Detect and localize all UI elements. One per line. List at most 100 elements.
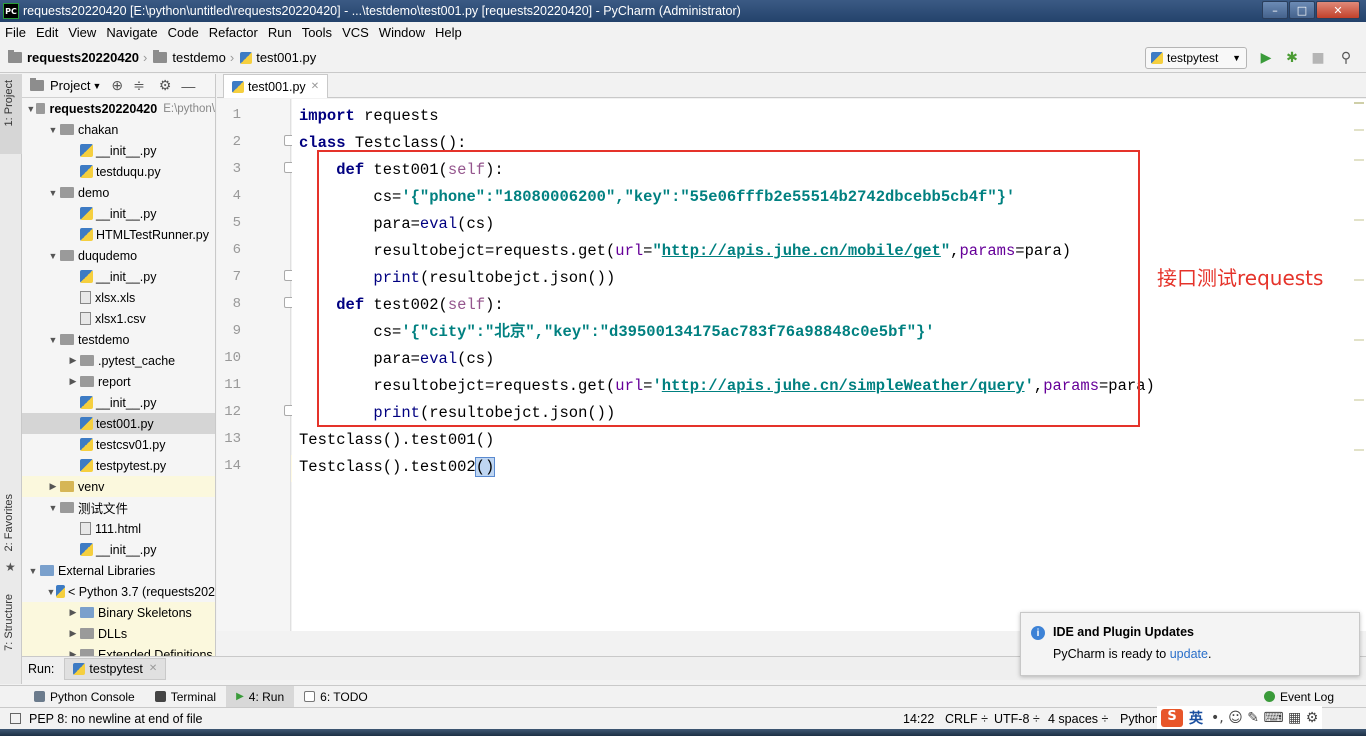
python-console-icon xyxy=(34,691,45,702)
close-tab-icon[interactable]: ✕ xyxy=(149,663,157,674)
stop-icon[interactable]: ■ xyxy=(1310,50,1326,66)
breadcrumb-folder[interactable]: testdemo xyxy=(172,50,225,65)
run-tab-testpytest[interactable]: testpytest ✕ xyxy=(64,657,167,680)
event-log-label: Event Log xyxy=(1279,689,1334,704)
project-panel-title[interactable]: Project xyxy=(50,78,90,93)
indent-setting[interactable]: 4 spaces ÷ xyxy=(1048,712,1108,726)
tree-item[interactable]: ▼ < Python 3.7 (requests202 xyxy=(22,581,215,602)
tree-item[interactable]: HTMLTestRunner.py xyxy=(22,224,215,245)
collapse-icon[interactable]: ≑ xyxy=(133,77,145,94)
search-icon[interactable]: ⚲ xyxy=(1338,50,1354,66)
tree-item[interactable]: __init__.py xyxy=(22,203,215,224)
play-icon[interactable]: ▶ xyxy=(1258,50,1274,66)
line-number: 14 xyxy=(224,458,241,474)
chevron-right-icon[interactable]: ▶ xyxy=(66,607,80,618)
menu-help[interactable]: Help xyxy=(430,25,467,40)
maximize-button[interactable]: □ xyxy=(1289,1,1315,19)
tree-item[interactable]: xlsx.xls xyxy=(22,287,215,308)
file-encoding[interactable]: UTF-8 ÷ xyxy=(994,712,1040,726)
menu-navigate[interactable]: Navigate xyxy=(101,25,162,40)
tree-item[interactable]: ▼ chakan xyxy=(22,119,215,140)
update-link[interactable]: update xyxy=(1170,647,1208,661)
tree-item[interactable]: ▼ duqudemo xyxy=(22,245,215,266)
tree-item[interactable]: ▼ testdemo xyxy=(22,329,215,350)
terminal-tab[interactable]: Terminal xyxy=(145,686,226,708)
tree-item[interactable]: testcsv01.py xyxy=(22,434,215,455)
chevron-down-icon[interactable]: ▼ xyxy=(46,188,60,198)
project-tool-tab[interactable]: 1: Project xyxy=(3,80,15,126)
breadcrumb-project[interactable]: requests20220420 xyxy=(27,50,139,65)
chevron-down-icon[interactable]: ▼ xyxy=(46,335,60,345)
hide-icon[interactable]: — xyxy=(181,78,195,94)
tree-item[interactable]: ▶ DLLs xyxy=(22,623,215,644)
bug-icon[interactable]: ✱ xyxy=(1284,50,1300,66)
menu-refactor[interactable]: Refactor xyxy=(204,25,263,40)
close-button[interactable]: ✕ xyxy=(1316,1,1360,19)
python-console-tab[interactable]: Python Console xyxy=(24,686,145,708)
menu-view[interactable]: View xyxy=(63,25,101,40)
tree-item[interactable]: ▶ Binary Skeletons xyxy=(22,602,215,623)
chevron-right-icon[interactable]: ▶ xyxy=(66,376,80,387)
event-log-tab[interactable]: Event Log xyxy=(1254,686,1344,708)
menu-tools[interactable]: Tools xyxy=(297,25,337,40)
tree-item[interactable]: ▶ .pytest_cache xyxy=(22,350,215,371)
chevron-down-icon[interactable]: ▼ xyxy=(26,104,36,114)
close-tab-icon[interactable]: ✕ xyxy=(311,81,319,92)
tree-item[interactable]: ▼ demo xyxy=(22,182,215,203)
chevron-down-icon[interactable]: ▼ xyxy=(46,125,60,135)
chevron-down-icon[interactable]: ▼ xyxy=(92,81,101,91)
chevron-down-icon[interactable]: ▼ xyxy=(46,251,60,261)
run-config-select[interactable]: testpytest ▼ xyxy=(1145,47,1247,69)
tree-item[interactable]: __init__.py xyxy=(22,140,215,161)
status-toggle-icon[interactable] xyxy=(10,713,21,724)
tab-label: test001.py xyxy=(248,79,306,94)
structure-tool-tab[interactable]: 7: Structure xyxy=(3,594,15,651)
menu-window[interactable]: Window xyxy=(374,25,430,40)
favorites-tool-tab[interactable]: 2: Favorites xyxy=(3,494,15,551)
tab-test001[interactable]: test001.py ✕ xyxy=(223,74,329,98)
run-tool-tab[interactable]: ▶ 4: Run xyxy=(226,685,295,708)
caret-position[interactable]: 14:22 xyxy=(903,712,934,726)
chevron-right-icon[interactable]: ▶ xyxy=(46,481,60,492)
chevron-down-icon[interactable]: ▼ xyxy=(46,503,60,513)
tree-item[interactable]: __init__.py xyxy=(22,266,215,287)
tree-item[interactable]: __init__.py xyxy=(22,392,215,413)
breadcrumb-file[interactable]: test001.py xyxy=(256,50,316,65)
interpreter[interactable]: Python xyxy=(1120,712,1159,726)
chevron-down-icon[interactable]: ▼ xyxy=(26,566,40,576)
scroll-mark xyxy=(1354,449,1364,451)
todo-tab[interactable]: 6: TODO xyxy=(294,686,378,708)
minimize-button[interactable]: – xyxy=(1262,1,1288,19)
file-icon xyxy=(80,312,91,325)
tree-item[interactable]: __init__.py xyxy=(22,539,215,560)
chevron-right-icon[interactable]: ▶ xyxy=(66,355,80,366)
menu-code[interactable]: Code xyxy=(163,25,204,40)
menu-vcs[interactable]: VCS xyxy=(337,25,374,40)
ime-toolbar[interactable]: S 英 •, ☺ ✎ ⌨ ▦ ⚙ xyxy=(1157,706,1323,730)
line-separator[interactable]: CRLF ÷ xyxy=(945,712,988,726)
tree-item[interactable]: xlsx1.csv xyxy=(22,308,215,329)
tree-item[interactable]: ▶ Extended Definitions xyxy=(22,644,215,656)
tree-item[interactable]: ▼ 测试文件 xyxy=(22,497,215,518)
menu-file[interactable]: File xyxy=(0,25,31,40)
editor-scrollbar[interactable] xyxy=(1352,99,1366,631)
folder-icon xyxy=(60,250,74,261)
update-notification[interactable]: i IDE and Plugin Updates PyCharm is read… xyxy=(1020,612,1360,676)
gear-icon[interactable]: ⚙ xyxy=(159,77,172,94)
tree-item-label: report xyxy=(98,374,131,389)
tree-item[interactable]: ▼ External Libraries xyxy=(22,560,215,581)
chevron-down-icon[interactable]: ▼ xyxy=(46,587,56,597)
chevron-right-icon[interactable]: ▶ xyxy=(66,628,80,639)
tree-item[interactable]: 111.html xyxy=(22,518,215,539)
menu-run[interactable]: Run xyxy=(263,25,297,40)
tree-item[interactable]: ▶ venv xyxy=(22,476,215,497)
chevron-right-icon[interactable]: ▶ xyxy=(66,649,80,656)
tree-item[interactable]: testduqu.py xyxy=(22,161,215,182)
tree-item[interactable]: test001.py xyxy=(22,413,215,434)
menu-edit[interactable]: Edit xyxy=(31,25,63,40)
tree-item[interactable]: ▼ requests20220420 E:\python\ xyxy=(22,98,215,119)
locate-icon[interactable]: ⊕ xyxy=(111,77,123,94)
tree-item[interactable]: testpytest.py xyxy=(22,455,215,476)
folder-icon xyxy=(8,50,22,63)
tree-item[interactable]: ▶ report xyxy=(22,371,215,392)
